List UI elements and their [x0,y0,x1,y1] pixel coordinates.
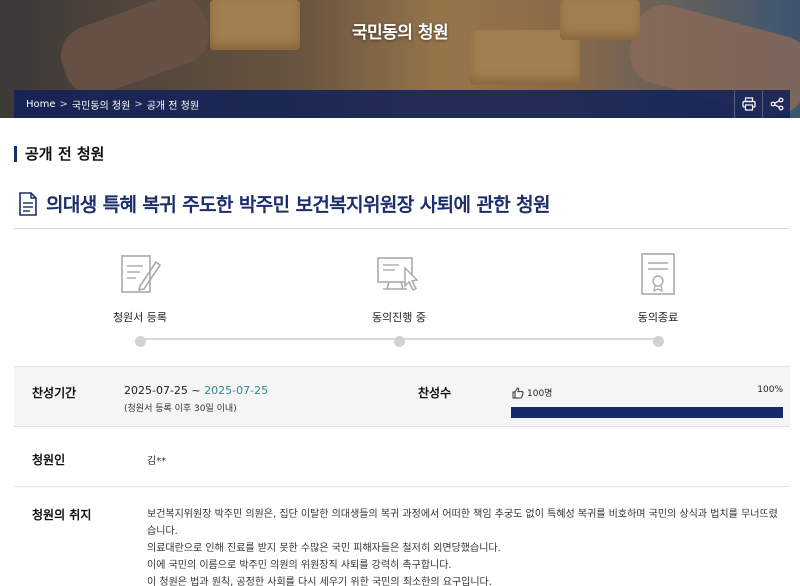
period-label: 찬성기간 [32,386,77,400]
breadcrumb-home[interactable]: Home [26,99,56,110]
purpose-label: 청원의 취지 [32,508,92,522]
vote-period: 2025-07-25 ~ 2025-07-25 [124,384,268,397]
row-divider [14,486,790,487]
breadcrumb-current[interactable]: 공개 전 청원 [147,97,199,112]
period-start: 2025-07-25 [124,384,188,397]
share-icon [770,97,783,111]
step-in-progress: 동의진행 중 [339,244,459,347]
divider [14,228,790,229]
purpose-line: 이 청원은 법과 원칙, 공정한 사회를 다시 세우기 위한 국민의 최소한의 … [147,577,492,586]
certificate-icon [641,253,675,295]
step-dot [134,336,146,347]
progress-steps: 청원서 등록 동의진행 중 동의종료 [14,244,790,354]
breadcrumb-separator: > [134,98,143,110]
step-label: 동의진행 중 [371,311,427,324]
print-button[interactable] [734,90,762,118]
breadcrumb-bar: Home > 국민동의 청원 > 공개 전 청원 [14,90,790,118]
petitioner-name: 김** [147,456,167,467]
page-banner-title: 국민동의 청원 [351,23,449,43]
purpose-line: 보건복지위원장 박주민 의원은, 집단 이탈한 의대생들의 복귀 과정에서 어떠… [147,509,778,537]
document-icon [19,191,37,216]
breadcrumb-petitions[interactable]: 국민동의 청원 [72,97,130,112]
section-title: 공개 전 청원 [14,146,104,162]
row-divider [14,426,790,427]
breadcrumb-separator: > [59,98,68,110]
computer-click-icon [377,257,419,292]
votes-label: 찬성수 [418,386,452,400]
vote-count-value: 100명 [527,389,553,399]
step-label: 동의종료 [637,311,679,324]
progress-bar [511,407,783,418]
breadcrumb: Home > 국민동의 청원 > 공개 전 청원 [14,97,199,112]
step-dot [393,336,405,347]
vote-count: 100명 [512,386,552,399]
step-label: 청원서 등록 [112,311,168,324]
share-button[interactable] [762,90,790,118]
purpose-text: 보건복지위원장 박주민 의원은, 집단 이탈한 의대생들의 복귀 과정에서 어떠… [147,506,779,586]
step-ended: 동의종료 [598,244,718,347]
purpose-line: 이에 국민의 이름으로 박주민 의원의 위원장직 사퇴를 강력히 촉구합니다. [147,560,452,571]
purpose-line: 의료대란으로 인해 진료를 받지 못한 수많은 국민 피해자들은 철저히 외면당… [147,543,501,554]
petitioner-label: 청원인 [32,453,66,467]
print-icon [741,97,756,111]
petition-title-row: 의대생 특혜 복귀 주도한 박주민 보건복지위원장 사퇴에 관한 청원 [18,190,550,217]
progress-bar-fill [511,407,783,418]
progress-percent: 100% [757,385,783,395]
period-end: 2025-07-25 [204,384,269,397]
document-edit-icon [121,255,162,293]
thumbs-up-icon [512,386,524,398]
petition-title: 의대생 특혜 복귀 주도한 박주민 보건복지위원장 사퇴에 관한 청원 [46,194,550,216]
step-dot [652,336,664,347]
period-separator: ~ [187,384,205,397]
period-note: (청원서 등록 이후 30일 이내) [124,404,237,414]
vote-info-row: 찬성기간 2025-07-25 ~ 2025-07-25 (청원서 등록 이후 … [14,366,790,426]
step-registered: 청원서 등록 [80,244,200,347]
